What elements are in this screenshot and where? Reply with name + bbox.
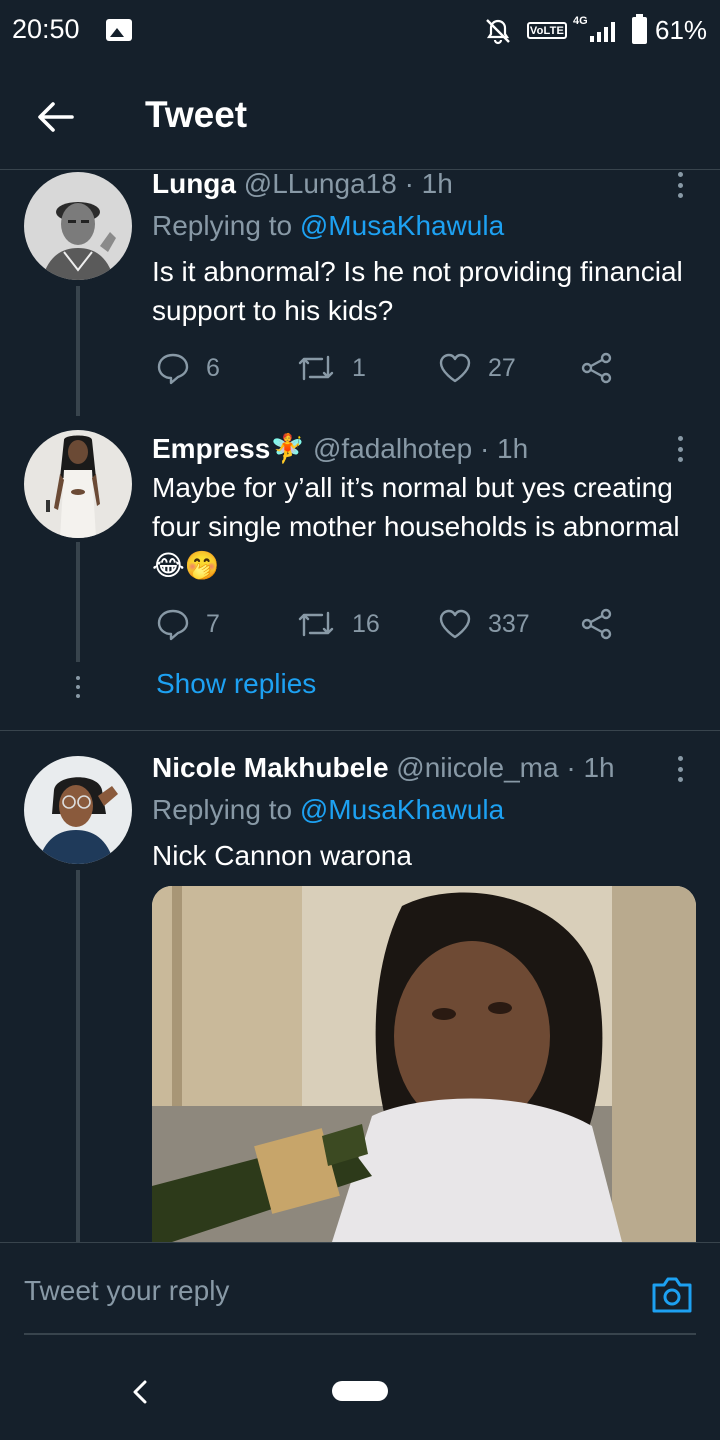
gallery-icon	[106, 19, 132, 41]
status-bar: 20:50 VoLTE 4G 61%	[0, 0, 720, 62]
display-name[interactable]: Lunga	[152, 168, 236, 199]
display-name[interactable]: Empress	[152, 433, 270, 464]
reply-count: 6	[206, 353, 220, 382]
handle-time[interactable]: @fadalhotep · 1h	[313, 433, 528, 464]
arrow-left-icon	[38, 102, 74, 132]
thread-line	[76, 286, 80, 416]
share-icon	[581, 608, 612, 640]
divider	[0, 730, 720, 731]
camera-icon[interactable]	[650, 1275, 694, 1315]
reply-composer	[0, 1242, 720, 1347]
mute-icon	[486, 19, 510, 45]
retweet-button[interactable]: 1	[296, 348, 366, 388]
tweet-text: Maybe for y’all it’s normal but yes crea…	[152, 472, 680, 581]
signal-icon	[590, 22, 615, 42]
replying-prefix: Replying to	[152, 794, 300, 825]
retweet-icon	[298, 355, 334, 381]
replying-prefix: Replying to	[152, 210, 300, 241]
reply-input[interactable]	[24, 1275, 584, 1307]
more-options-button[interactable]	[668, 168, 692, 202]
handle-time[interactable]: @niicole_ma · 1h	[396, 752, 614, 783]
reply-button[interactable]: 6	[156, 348, 220, 388]
replying-handle-link[interactable]: @MusaKhawula	[300, 210, 504, 241]
network-type: 4G	[573, 15, 588, 27]
tweet-actions: 7 16 337	[152, 604, 632, 644]
avatar[interactable]	[24, 430, 132, 538]
nav-back-icon[interactable]	[126, 1377, 156, 1407]
volte-badge: VoLTE	[527, 22, 567, 39]
tweet-actions: 6 1 27	[152, 348, 632, 388]
like-count: 337	[488, 609, 530, 638]
tweet-media-image[interactable]	[152, 886, 696, 1242]
reply-icon	[157, 353, 189, 385]
back-button[interactable]	[30, 92, 80, 142]
battery-percent: 61%	[655, 15, 708, 45]
share-button[interactable]	[580, 604, 630, 644]
display-name[interactable]: Nicole Makhubele	[152, 752, 389, 783]
reply-count: 7	[206, 609, 220, 638]
like-button[interactable]: 27	[438, 348, 516, 388]
tweet-header: Nicole Makhubele @niicole_ma · 1h	[152, 752, 650, 784]
tweet-text: Is it abnormal? Is he not providing fina…	[152, 256, 683, 326]
retweet-count: 1	[352, 353, 366, 382]
like-count: 27	[488, 353, 516, 382]
retweet-icon	[298, 611, 334, 637]
reply-button[interactable]: 7	[156, 604, 220, 644]
heart-icon	[439, 353, 471, 383]
tweet-header: Empress🧚 @fadalhotep · 1h	[152, 432, 650, 465]
replying-to: Replying to @MusaKhawula	[152, 794, 504, 826]
nav-home-pill[interactable]	[332, 1381, 388, 1401]
thread-line	[76, 870, 80, 1242]
like-button[interactable]: 337	[438, 604, 530, 644]
app-header: Tweet	[0, 62, 720, 170]
thread-continuation-dots	[74, 676, 82, 698]
tweet-text: Nick Cannon warona	[152, 840, 412, 871]
avatar[interactable]	[24, 172, 132, 280]
show-replies-link[interactable]: Show replies	[156, 668, 316, 700]
replying-to: Replying to @MusaKhawula	[152, 210, 504, 242]
heart-icon	[439, 609, 471, 639]
avatar[interactable]	[24, 756, 132, 864]
share-icon	[581, 352, 612, 384]
retweet-button[interactable]: 16	[296, 604, 380, 644]
fairy-emoji: 🧚	[270, 433, 306, 464]
more-options-button[interactable]	[668, 752, 692, 786]
share-button[interactable]	[580, 348, 630, 388]
page-title: Tweet	[145, 94, 248, 135]
retweet-count: 16	[352, 609, 380, 638]
battery-icon	[632, 14, 647, 44]
replying-handle-link[interactable]: @MusaKhawula	[300, 794, 504, 825]
more-options-button[interactable]	[668, 432, 692, 466]
status-time: 20:50	[12, 14, 80, 44]
thread-line	[76, 542, 80, 662]
reply-underline	[24, 1333, 696, 1335]
reply-icon	[157, 609, 189, 641]
system-nav-bar	[0, 1347, 720, 1440]
handle-time[interactable]: @LLunga18 · 1h	[244, 168, 453, 199]
tweet-header: Lunga @LLunga18 · 1h	[152, 168, 650, 200]
